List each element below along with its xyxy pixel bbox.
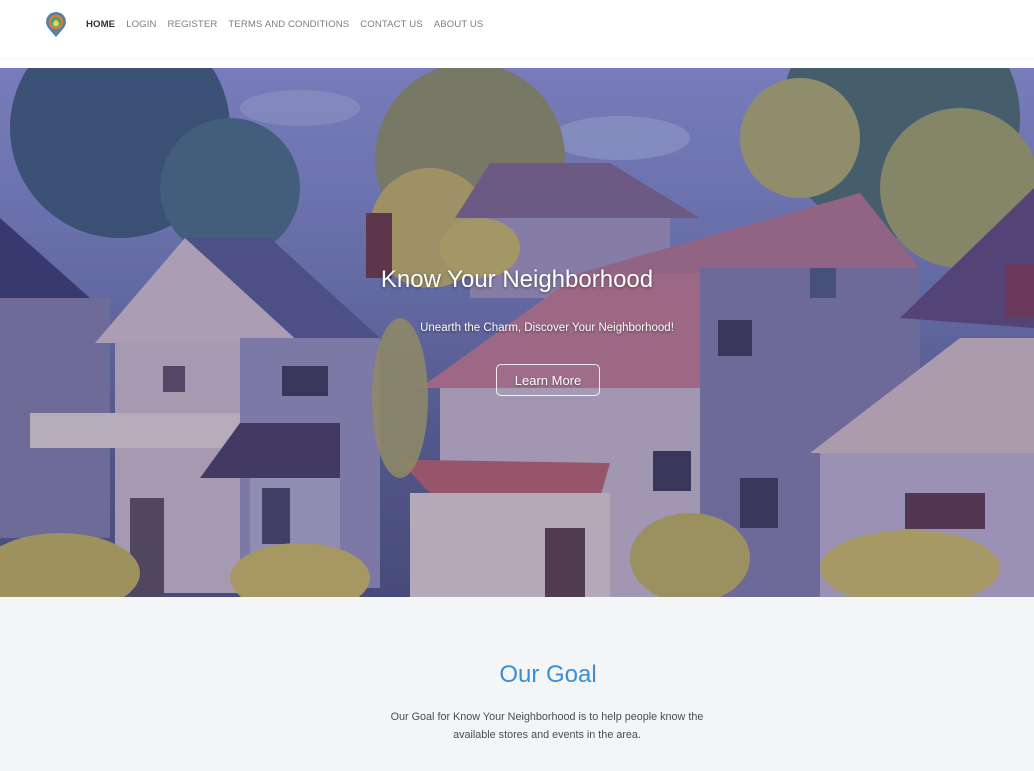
goal-title: Our Goal xyxy=(499,661,597,688)
hero-title: Know Your Neighborhood xyxy=(380,266,654,293)
goal-description: Our Goal for Know Your Neighborhood is t… xyxy=(390,711,704,741)
nav-terms-link[interactable]: TERMS AND CONDITIONS xyxy=(228,19,349,30)
hero-banner: Know Your Neighborhood Unearth the Charm… xyxy=(0,68,1034,597)
nav-home-link[interactable]: HOME xyxy=(86,19,115,30)
nav-contact-link[interactable]: CONTACT US xyxy=(360,19,422,30)
nav-login-link[interactable]: LOGIN xyxy=(126,19,156,30)
learn-more-button[interactable]: Learn More xyxy=(496,364,600,396)
neighborhood-pin-logo-icon[interactable] xyxy=(44,12,68,38)
top-navbar: HOME LOGIN REGISTER TERMS AND CONDITIONS… xyxy=(0,0,1034,58)
nav-register-link[interactable]: REGISTER xyxy=(168,19,218,30)
main-nav: HOME LOGIN REGISTER TERMS AND CONDITIONS… xyxy=(86,19,483,30)
nav-about-link[interactable]: ABOUT US xyxy=(434,19,484,30)
goal-section: Our Goal Our Goal for Know Your Neighbor… xyxy=(0,597,1034,771)
hero-subtitle: Unearth the Charm, Discover Your Neighbo… xyxy=(420,322,674,334)
